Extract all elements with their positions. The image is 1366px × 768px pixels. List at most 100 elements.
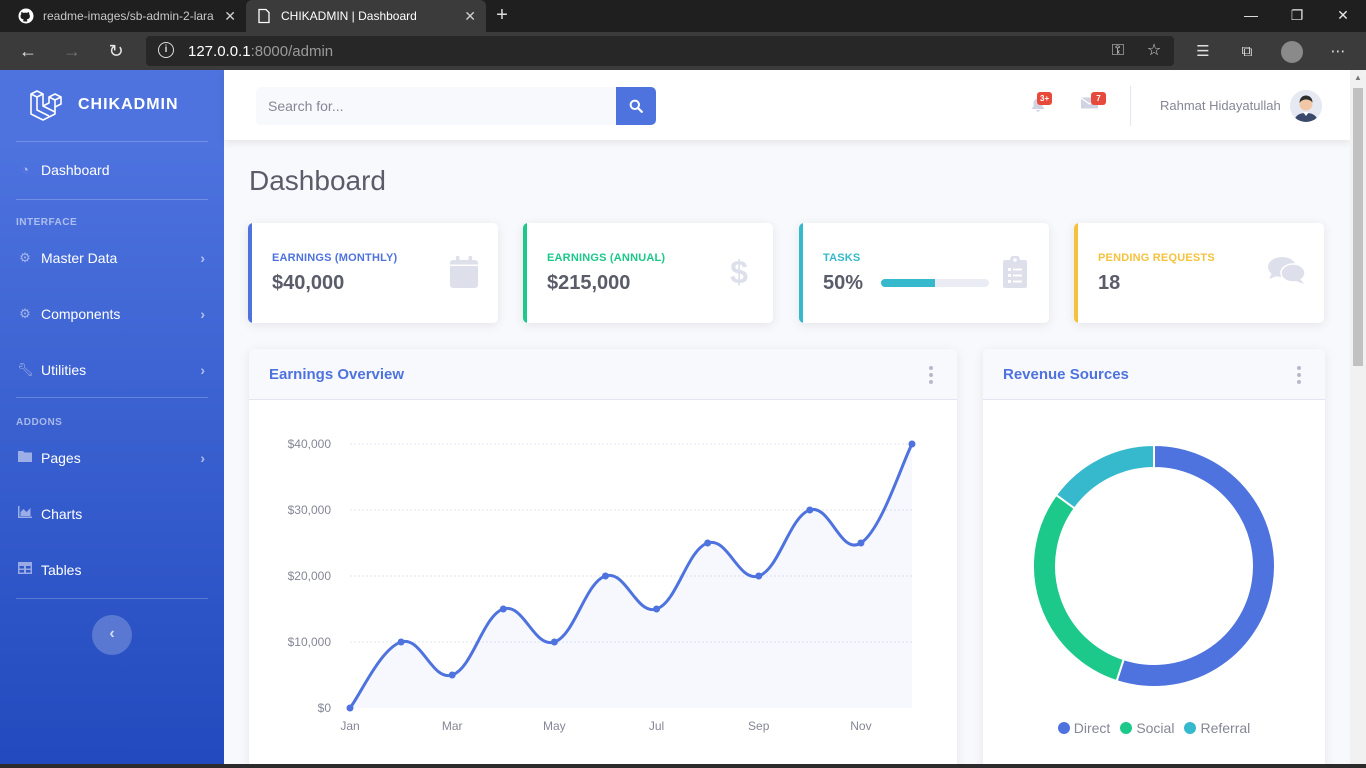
table-icon [17,562,33,578]
sidebar-divider [16,199,208,200]
x-tick-label: Sep [748,719,770,733]
card-earnings-annual: EARNINGS (ANNUAL) $215,000 $ [523,223,773,323]
data-point[interactable] [499,605,507,613]
favorites-icon[interactable]: ☰ [1192,41,1214,63]
sidebar-item-label: Pages [41,450,81,466]
card-value: 50% [823,272,864,294]
sidebar-item-master-data[interactable]: ⚙ Master Data › [0,238,224,278]
sidebar-item-charts[interactable]: Charts [0,494,224,534]
scrollbar-thumb[interactable] [1353,88,1363,366]
sidebar-item-tables[interactable]: Tables [0,550,224,590]
panel-header: Earnings Overview [249,349,957,400]
comments-icon [1268,256,1306,288]
card-accent-bar [248,223,252,323]
legend-dot [1120,722,1133,734]
star-icon[interactable]: ☆ [1144,41,1164,61]
key-icon[interactable]: ⚿ [1108,41,1128,61]
page-title: Dashboard [249,165,386,196]
profile-icon[interactable] [1281,41,1303,63]
more-vertical-icon[interactable] [927,366,935,384]
browser-tab-dashboard[interactable]: CHIKADMIN | Dashboard ✕ [246,0,486,32]
panel-header: Revenue Sources [983,349,1325,400]
forward-button[interactable]: → [58,38,86,64]
minimize-button[interactable]: — [1228,0,1274,32]
donut-slice-referral[interactable] [1054,443,1155,510]
x-tick-label: Mar [442,719,463,733]
tab-title: readme-images/sb-admin-2-lara [43,9,214,23]
data-point[interactable] [601,572,609,580]
data-point[interactable] [755,572,763,580]
sidebar-item-label: Charts [41,506,83,522]
messages-button[interactable]: 7 [1079,92,1106,116]
legend-item-direct[interactable]: Direct [1057,720,1111,736]
card-accent-bar [1074,223,1078,323]
data-point[interactable] [857,539,865,547]
browser-tab-bar: readme-images/sb-admin-2-lara ✕ CHIKADMI… [0,0,1366,32]
scroll-up-icon[interactable]: ▲ [1350,70,1366,86]
more-vertical-icon[interactable] [1295,366,1303,384]
sidebar-item-label: Master Data [41,250,118,266]
data-point[interactable] [704,539,712,547]
legend-label: Social [1136,720,1175,736]
donut-slice-social[interactable] [1032,493,1125,683]
data-point[interactable] [550,638,558,646]
collections-icon[interactable]: ⧉ [1236,41,1258,63]
search-bar [256,87,656,125]
search-icon [629,99,643,113]
data-point[interactable] [448,671,456,679]
window-close-button[interactable]: ✕ [1320,0,1366,32]
new-tab-button[interactable]: + [490,4,514,28]
laravel-logo-icon [30,90,62,121]
x-tick-label: Jan [340,719,359,733]
page-scrollbar[interactable]: ▲ [1350,70,1366,768]
browser-tab-readme[interactable]: readme-images/sb-admin-2-lara ✕ [8,0,246,32]
legend-item-social[interactable]: Social [1120,720,1174,736]
sidebar-item-dashboard[interactable]: ◔ Dashboard [0,150,224,190]
card-label: EARNINGS (MONTHLY) [272,252,398,264]
data-point[interactable] [653,605,661,613]
alerts-badge: 3+ [1037,92,1053,105]
data-point[interactable] [806,506,814,514]
card-pending-requests: PENDING REQUESTS 18 [1074,223,1324,323]
x-tick-label: May [543,719,566,733]
gear-icon: ⚙ [19,250,31,265]
tachometer-icon: ◔ [21,162,29,177]
data-point[interactable] [346,704,354,712]
sidebar-item-pages[interactable]: Pages › [0,438,224,478]
brand[interactable]: CHIKADMIN [0,70,224,140]
close-icon[interactable]: ✕ [464,8,476,25]
info-icon[interactable]: i [158,42,174,58]
data-point[interactable] [908,440,916,448]
legend-label: Direct [1073,720,1111,736]
sidebar-item-utilities[interactable]: 🔧︎ Utilities › [0,350,224,390]
user-name[interactable]: Rahmat Hidayatullah [1160,98,1281,113]
alerts-button[interactable]: 3+ [1028,92,1053,116]
reload-button[interactable]: ↻ [102,38,130,64]
x-tick-label: Nov [850,719,871,733]
revenue-sources-panel: Revenue Sources Direct Social Referral [983,349,1325,768]
more-icon[interactable]: ⋯ [1327,41,1349,63]
sidebar-item-components[interactable]: ⚙ Components › [0,294,224,334]
y-tick-label: $0 [318,701,332,715]
y-tick-label: $20,000 [288,569,332,583]
url-field[interactable]: i 127.0.0.1:8000/admin ⚿ ☆ [146,36,1174,66]
search-input[interactable] [256,87,616,125]
clipboard-icon [999,255,1031,288]
chevron-right-icon: › [200,250,205,266]
card-value: 18 [1098,272,1121,294]
sidebar-toggle-button[interactable]: ‹ [92,615,132,655]
donut-slice-direct[interactable] [1115,443,1276,688]
legend-label: Referral [1200,720,1251,736]
data-point[interactable] [397,638,405,646]
progress-fill [881,279,935,287]
legend-dot [1057,722,1070,734]
avatar[interactable] [1290,90,1322,122]
card-accent-bar [523,223,527,323]
card-label: EARNINGS (ANNUAL) [547,252,666,264]
close-icon[interactable]: ✕ [224,8,236,25]
legend-item-referral[interactable]: Referral [1184,720,1250,736]
earnings-area-chart: $0 $10,000 $20,000 $30,000 $40,000 Jan Mar May J… [288,437,916,733]
search-button[interactable] [616,87,656,125]
restore-button[interactable]: ❐ [1274,0,1320,32]
back-button[interactable]: ← [14,38,42,64]
